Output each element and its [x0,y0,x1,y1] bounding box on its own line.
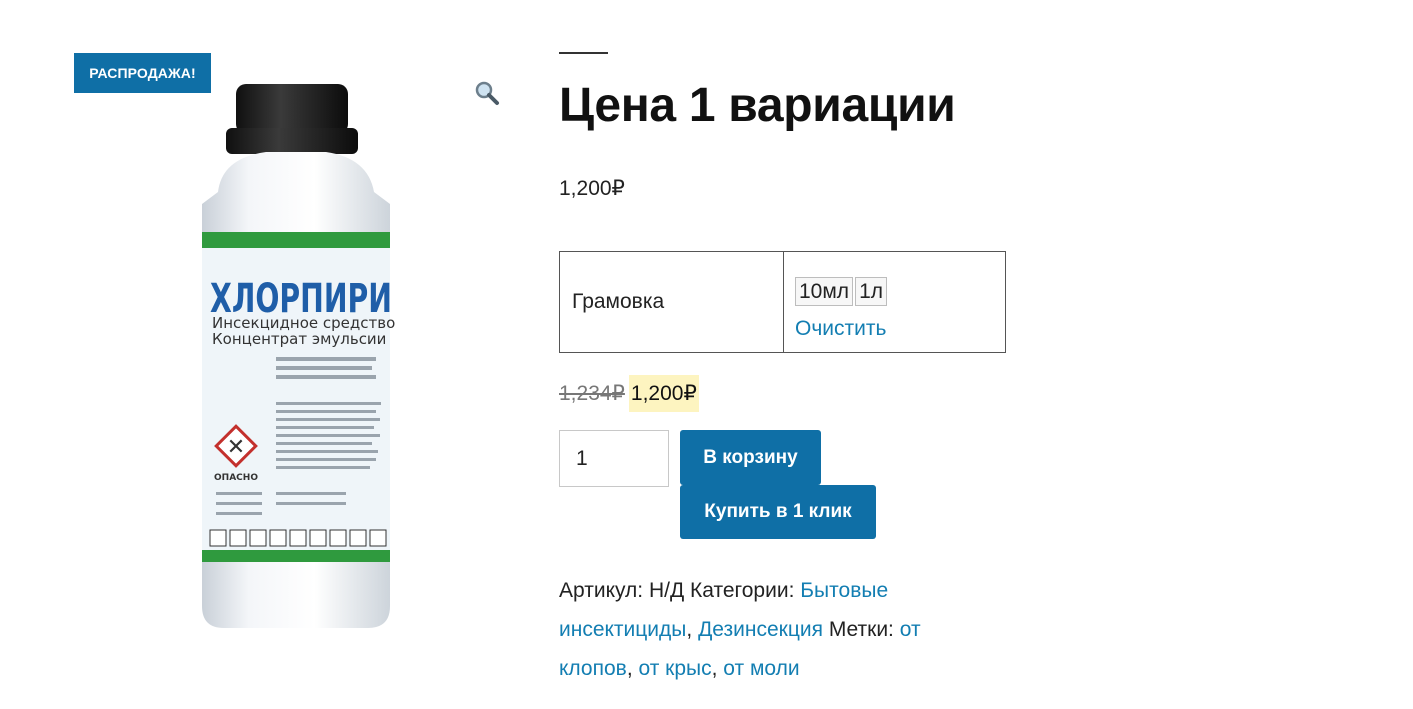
sku-value: Н/Д [648,579,685,602]
variation-price: 1,234₽ 1,200₽ [559,375,699,412]
base-price: 1,200₽ [559,177,625,200]
categories-label: Категории: [690,579,795,602]
variation-option-1l[interactable]: 1л [855,277,887,306]
category-link-disinsection[interactable]: Дезинсекция [698,618,823,641]
old-price: 1,234₽ [559,382,625,405]
variation-label: Грамовка [559,251,784,353]
svg-text:✕: ✕ [227,435,245,460]
quantity-input[interactable] [559,430,669,487]
buy-one-click-button[interactable]: Купить в 1 клик [680,485,876,539]
tag-link-rats[interactable]: от крыс [638,657,711,680]
clear-variations-link[interactable]: Очистить [795,317,1005,341]
bottle-danger: ОПАСНО [214,473,258,483]
sku-label: Артикул: [559,579,644,602]
magnifier-icon[interactable] [474,80,500,106]
bottle-line2: Концентрат эмульсии [212,330,386,348]
product-title: Цена 1 вариации [559,79,956,132]
product-meta: Артикул: Н/Д Категории: Бытовые инсектиц… [559,579,921,680]
tags-label: Метки: [828,618,894,641]
sale-price: 1,200₽ [628,375,699,412]
variation-option-10ml[interactable]: 10мл [795,277,854,306]
title-divider [559,52,608,54]
add-to-cart-button[interactable]: В корзину [680,430,821,485]
sale-badge: РАСПРОДАЖА! [74,53,211,93]
product-image: ХЛОРПИРИ Инсекцидное средство Концентрат… [202,84,395,628]
variations-table: Грамовка 10мл 1л Очистить [559,251,1006,353]
variation-options: 10мл 1л Очистить [783,251,1006,353]
tag-link-moths[interactable]: от моли [723,657,799,680]
